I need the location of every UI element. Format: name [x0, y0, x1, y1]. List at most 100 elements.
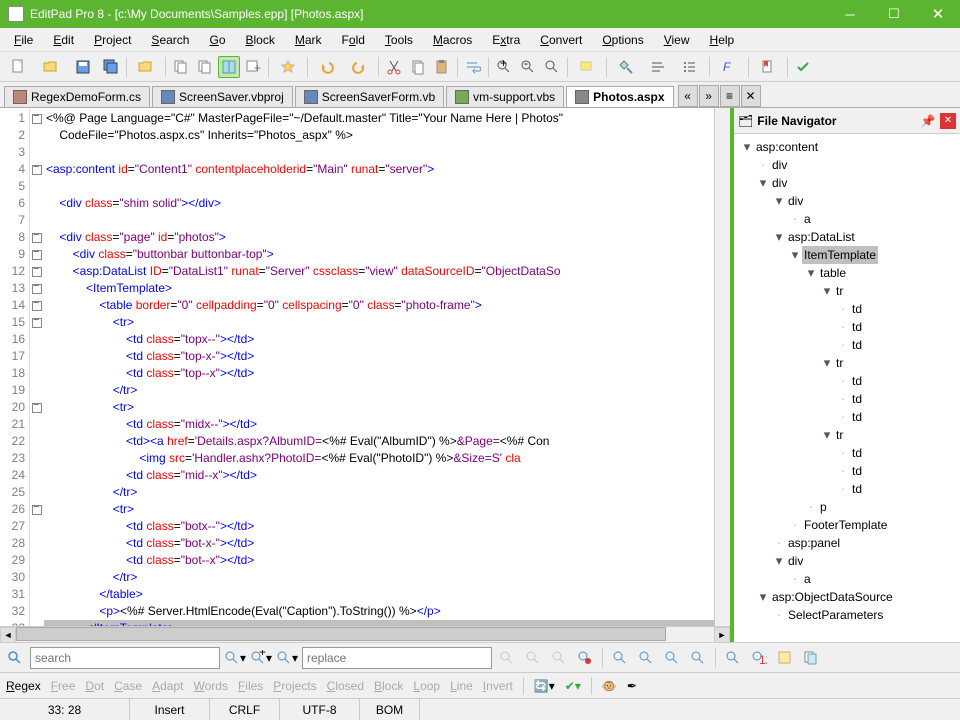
nav-table[interactable]: ▾table	[736, 264, 958, 282]
opt-projects[interactable]: Projects	[273, 679, 316, 693]
maximize-button[interactable]: ☐	[872, 0, 916, 28]
nav-td[interactable]: ·td	[736, 480, 958, 498]
replace-input[interactable]	[302, 647, 492, 669]
menu-file[interactable]: File	[4, 31, 43, 49]
tab-prev[interactable]: «	[678, 85, 698, 107]
close-button[interactable]: ✕	[916, 0, 960, 28]
replace-stop-button[interactable]	[574, 647, 596, 669]
nav-div[interactable]: ▾div	[736, 174, 958, 192]
tab-close[interactable]: ✕	[741, 85, 761, 107]
fold-search-button[interactable]	[722, 647, 744, 669]
nav-td[interactable]: ·td	[736, 462, 958, 480]
nav-tr[interactable]: ▾tr	[736, 354, 958, 372]
nav-td[interactable]: ·td	[736, 408, 958, 426]
opt-adapt[interactable]: Adapt	[152, 679, 183, 693]
menu-options[interactable]: Options	[592, 31, 653, 49]
nav-td[interactable]: ·td	[736, 372, 958, 390]
opt-loop[interactable]: Loop	[413, 679, 440, 693]
opt-invert[interactable]: Invert	[483, 679, 513, 693]
panel-toggle-button[interactable]	[218, 56, 240, 78]
opt-case[interactable]: Case	[114, 679, 142, 693]
opt-regex[interactable]: Regex	[6, 679, 41, 693]
nav-p[interactable]: ·p	[736, 498, 958, 516]
find-in-files-4[interactable]	[687, 647, 709, 669]
menu-fold[interactable]: Fold	[332, 31, 375, 49]
zoom-reset-button[interactable]	[541, 56, 563, 78]
menu-search[interactable]: Search	[141, 31, 199, 49]
save-all-button[interactable]	[100, 56, 122, 78]
copy-results-button[interactable]	[800, 647, 822, 669]
nav-asp:ObjectDataSource[interactable]: ▾asp:ObjectDataSource	[736, 588, 958, 606]
tab-Photos.aspx[interactable]: Photos.aspx	[566, 86, 673, 107]
opt-macro2[interactable]: ✒	[627, 679, 637, 693]
panel-close-button[interactable]: ✕	[940, 113, 956, 129]
vertical-scrollbar[interactable]	[714, 108, 730, 626]
opt-apply[interactable]: ✔▾	[565, 679, 581, 693]
tools-button[interactable]	[611, 56, 641, 78]
nav-ItemTemplate[interactable]: ▾ItemTemplate	[736, 246, 958, 264]
open-project-button[interactable]	[131, 56, 161, 78]
files-button[interactable]	[194, 56, 216, 78]
search-prev-button[interactable]: +▾	[250, 647, 272, 669]
replace-btn3[interactable]	[548, 647, 570, 669]
undo-button[interactable]	[312, 56, 342, 78]
tab-RegexDemoForm.cs[interactable]: RegexDemoForm.cs	[4, 86, 150, 107]
search-input[interactable]	[30, 647, 220, 669]
opt-free[interactable]: Free	[51, 679, 76, 693]
opt-closed[interactable]: Closed	[327, 679, 364, 693]
nav-tr[interactable]: ▾tr	[736, 282, 958, 300]
font-button[interactable]: F	[714, 56, 744, 78]
nav-tr[interactable]: ▾tr	[736, 426, 958, 444]
search-icon[interactable]	[4, 647, 26, 669]
nav-div[interactable]: ▾div	[736, 552, 958, 570]
menu-edit[interactable]: Edit	[43, 31, 84, 49]
opt-dot[interactable]: Dot	[85, 679, 104, 693]
tab-ScreenSaver.vbproj[interactable]: ScreenSaver.vbproj	[152, 86, 293, 107]
nav-asp:DataList[interactable]: ▾asp:DataList	[736, 228, 958, 246]
nav-a[interactable]: ·a	[736, 210, 958, 228]
tab-vm-support.vbs[interactable]: vm-support.vbs	[446, 86, 564, 107]
new-file-button[interactable]	[4, 56, 34, 78]
zoom-in-button[interactable]: +	[493, 56, 515, 78]
opt-files[interactable]: Files	[238, 679, 263, 693]
minimize-button[interactable]: ─	[828, 0, 872, 28]
replace-all-button[interactable]	[522, 647, 544, 669]
nav-td[interactable]: ·td	[736, 318, 958, 336]
redo-button[interactable]	[344, 56, 374, 78]
tab-ScreenSaverForm.vb[interactable]: ScreenSaverForm.vb	[295, 86, 444, 107]
menu-project[interactable]: Project	[84, 31, 141, 49]
bookmark-button[interactable]	[753, 56, 783, 78]
menu-mark[interactable]: Mark	[285, 31, 332, 49]
highlight-button[interactable]	[572, 56, 602, 78]
replace-next-button[interactable]	[496, 647, 518, 669]
cut-button[interactable]	[383, 56, 405, 78]
find-in-files-2[interactable]	[635, 647, 657, 669]
code-area[interactable]: <%@ Page Language="C#" MasterPageFile="~…	[44, 108, 714, 626]
list-results-button[interactable]	[774, 647, 796, 669]
favorites-button[interactable]	[273, 56, 303, 78]
format-button[interactable]	[643, 56, 673, 78]
copy-button[interactable]	[170, 56, 192, 78]
nav-asp:panel[interactable]: ·asp:panel	[736, 534, 958, 552]
search-next-button[interactable]: ▾	[224, 647, 246, 669]
menu-convert[interactable]: Convert	[530, 31, 592, 49]
horizontal-scrollbar[interactable]: ◄►	[0, 626, 730, 642]
menu-go[interactable]: Go	[199, 31, 235, 49]
find-in-files-3[interactable]	[661, 647, 683, 669]
word-wrap-button[interactable]	[462, 56, 484, 78]
menu-help[interactable]: Help	[700, 31, 745, 49]
paste-button[interactable]	[431, 56, 453, 78]
check-button[interactable]	[792, 56, 814, 78]
nav-td[interactable]: ·td	[736, 336, 958, 354]
opt-macro1[interactable]: 🐵	[602, 679, 617, 693]
count-button[interactable]: 123	[748, 647, 770, 669]
copy-clipboard-button[interactable]	[407, 56, 429, 78]
nav-td[interactable]: ·td	[736, 300, 958, 318]
nav-td[interactable]: ·td	[736, 444, 958, 462]
menu-block[interactable]: Block	[236, 31, 285, 49]
nav-div[interactable]: ·div	[736, 156, 958, 174]
pin-icon[interactable]: 📌	[920, 113, 936, 129]
opt-block[interactable]: Block	[374, 679, 403, 693]
navigator-tree[interactable]: ▾asp:content·div▾div▾div·a▾asp:DataList▾…	[734, 134, 960, 642]
opt-words[interactable]: Words	[193, 679, 227, 693]
